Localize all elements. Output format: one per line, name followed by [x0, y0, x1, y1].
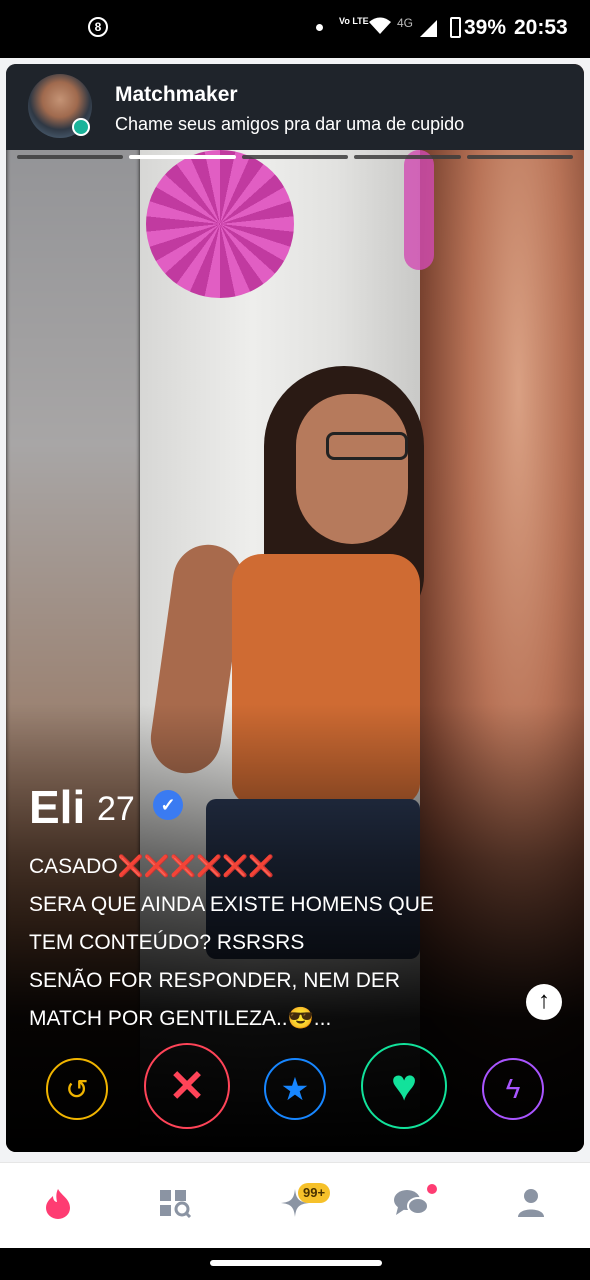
bio-line: SENÃO FOR RESPONDER, NEM DER [29, 969, 401, 992]
bio-line: TEM CONTEÚDO? RSRSRS [29, 931, 305, 954]
system-navigation-area [0, 1248, 590, 1280]
signal-icon [420, 20, 437, 37]
photo-subject-glasses [326, 432, 408, 460]
status-bar: 8 Vo LTE 4G 39% 20:53 [0, 0, 590, 58]
online-badge-icon [72, 118, 90, 136]
wifi-icon [369, 17, 391, 34]
like-button[interactable]: ♥ [361, 1043, 447, 1129]
profile-card[interactable]: Matchmaker Chame seus amigos pra dar uma… [6, 64, 584, 1152]
rewind-button[interactable]: ↺ [46, 1058, 108, 1120]
clock: 20:53 [514, 16, 568, 39]
profile-name: Eli [29, 781, 86, 833]
bio-line: SERA QUE AINDA EXISTE HOMENS QUE [29, 893, 434, 916]
matchmaker-title: Matchmaker [115, 83, 238, 106]
boost-button[interactable]: ϟ [482, 1058, 544, 1120]
matchmaker-subtitle: Chame seus amigos pra dar uma de cupido [115, 114, 465, 134]
heart-icon: ♥ [390, 1061, 418, 1110]
star-icon: ★ [280, 1071, 310, 1107]
rewind-icon: ↺ [65, 1073, 89, 1105]
paper-fan-decoration [404, 150, 434, 270]
nav-chat-icon[interactable] [391, 1183, 431, 1223]
nope-button[interactable]: ✕ [144, 1043, 230, 1129]
photo-progress-segment[interactable] [354, 155, 461, 159]
lightning-icon: ϟ [505, 1073, 521, 1104]
nav-profile-icon[interactable] [511, 1183, 551, 1223]
photo-progress-segment[interactable] [129, 155, 236, 159]
home-gesture-bar[interactable] [210, 1260, 382, 1266]
photo-progress-indicator [17, 155, 574, 160]
action-buttons: ↺ ✕ ★ ♥ ϟ [6, 1040, 584, 1130]
photo-progress-segment[interactable] [466, 155, 574, 159]
battery-percentage: 39% [464, 16, 507, 39]
verified-check-icon: ✓ [153, 790, 183, 820]
expand-profile-arrow-icon[interactable]: ↑ [526, 984, 562, 1020]
profile-age: 27 [97, 790, 135, 828]
likes-count-badge: 99+ [298, 1183, 331, 1203]
chat-notification-dot [427, 1184, 437, 1194]
super-like-button[interactable]: ★ [264, 1058, 326, 1120]
notification-dot-icon [316, 24, 323, 31]
bio-line: MATCH POR GENTILEZA..😎... [29, 1007, 332, 1030]
nav-home-flame-icon[interactable] [38, 1183, 78, 1223]
volte-indicator: Vo LTE [339, 16, 369, 26]
paper-fan-decoration [146, 150, 294, 298]
profile-bio: CASADO❌❌❌❌❌❌ SERA QUE AINDA EXISTE HOMEN… [29, 848, 529, 1038]
battery-icon [450, 17, 461, 38]
photo-progress-segment[interactable] [17, 155, 124, 159]
matchmaker-banner[interactable]: Matchmaker Chame seus amigos pra dar uma… [6, 64, 584, 150]
network-type: 4G [397, 16, 414, 30]
nav-explore-icon[interactable] [155, 1183, 195, 1223]
photo-progress-segment[interactable] [241, 155, 349, 159]
photo-subject-face [296, 394, 408, 544]
x-icon: ✕ [168, 1061, 206, 1111]
bio-line: CASADO❌❌❌❌❌❌ [29, 855, 275, 878]
profile-info[interactable]: Eli 27 ✓ CASADO❌❌❌❌❌❌ SERA QUE AINDA EXI… [29, 780, 529, 1038]
bottom-navigation: 99+ [0, 1162, 590, 1249]
notification-app-icon: 8 [88, 17, 108, 37]
